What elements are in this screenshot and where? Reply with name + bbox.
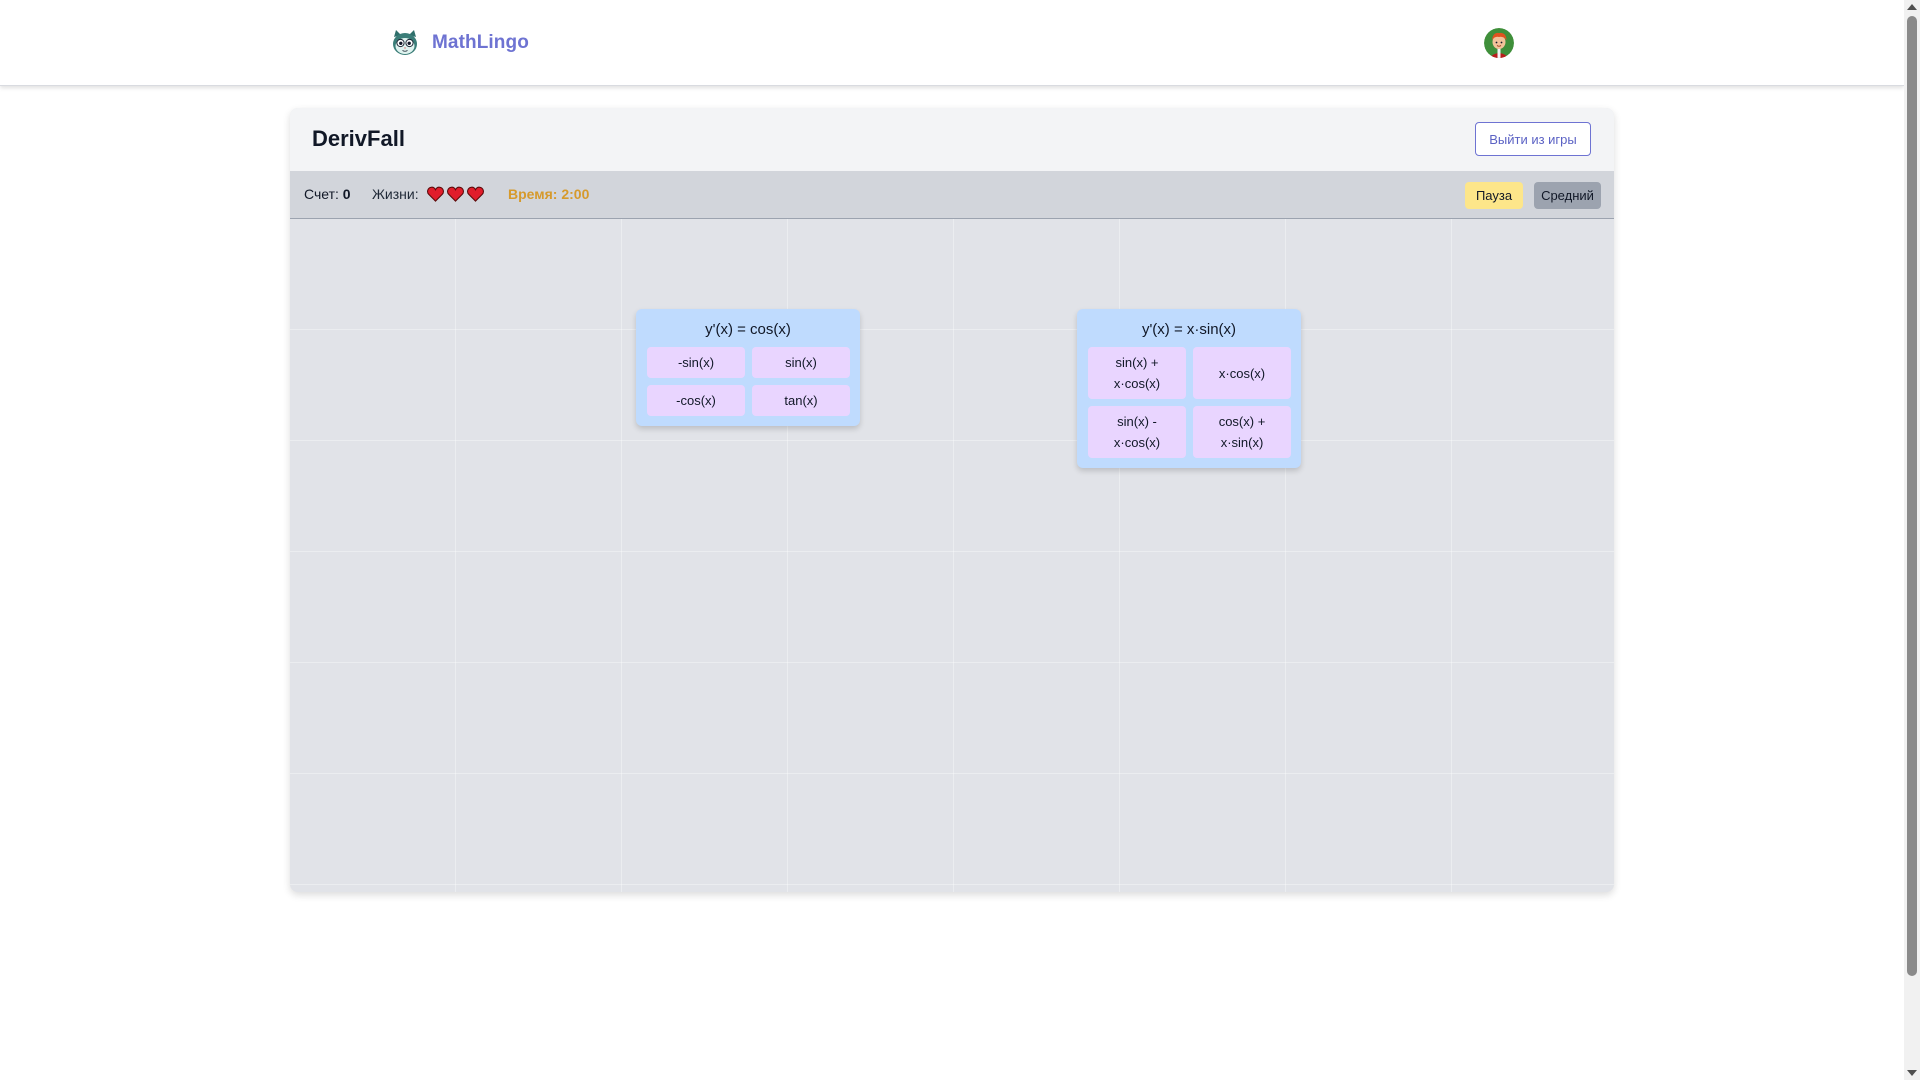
cat-face-icon [393, 30, 417, 55]
lives-label: Жизни: [372, 186, 419, 202]
problem-question: y'(x) = cos(x) [705, 321, 791, 338]
game-status-bar: Счет: 0 Жизни: Время: 2:00 Пауза Средний [290, 171, 1614, 219]
game-title: DerivFall [312, 126, 405, 151]
answer-option[interactable]: sin(x) [752, 347, 850, 378]
brand-link[interactable]: MathLingo [390, 26, 529, 60]
difficulty-button[interactable]: Средний [1534, 182, 1601, 209]
score-display: Счет: 0 [304, 186, 351, 202]
answer-option[interactable]: x·cos(x) [1193, 347, 1291, 399]
answer-option[interactable]: -cos(x) [647, 385, 745, 416]
lives-hearts [426, 186, 484, 202]
page-scrollbar[interactable] [1904, 0, 1920, 1080]
lives-display: Жизни: [372, 186, 484, 202]
scroll-down-arrow-icon[interactable] [1907, 1070, 1917, 1076]
answer-option[interactable]: tan(x) [752, 385, 850, 416]
answer-grid: sin(x) + x·cos(x) x·cos(x) sin(x) - x·cos(… [1088, 347, 1291, 458]
user-avatar[interactable] [1484, 28, 1514, 58]
falling-problem-card: y'(x) = cos(x) -sin(x) sin(x) -cos(x) ta… [636, 309, 860, 426]
heart-icon [466, 186, 484, 202]
heart-icon [426, 186, 444, 202]
user-avatar-icon [1484, 28, 1514, 58]
heart-icon [446, 186, 464, 202]
answer-option[interactable]: -sin(x) [647, 347, 745, 378]
answer-option[interactable]: cos(x) + x·sin(x) [1193, 406, 1291, 458]
answer-option[interactable]: sin(x) + x·cos(x) [1088, 347, 1186, 399]
scroll-thumb[interactable] [1907, 16, 1917, 976]
pause-button[interactable]: Пауза [1465, 182, 1523, 209]
timer-display: Время: 2:00 [508, 186, 590, 202]
score-value: 0 [342, 186, 351, 202]
answer-option[interactable]: sin(x) - x·cos(x) [1088, 406, 1186, 458]
scroll-up-arrow-icon[interactable] [1907, 4, 1917, 10]
exit-game-button[interactable]: Выйти из игры [1475, 122, 1591, 156]
brand-name: MathLingo [432, 32, 529, 53]
problem-question: y'(x) = x·sin(x) [1141, 321, 1237, 338]
top-navbar: MathLingo [0, 0, 1904, 86]
answer-grid: -sin(x) sin(x) -cos(x) tan(x) [647, 347, 850, 416]
game-panel: DerivFall Выйти из игры Счет: 0 Жизни: В… [290, 108, 1614, 892]
game-playfield: y'(x) = cos(x) -sin(x) sin(x) -cos(x) ta… [290, 219, 1614, 892]
falling-problem-card: y'(x) = x·sin(x) sin(x) + x·cos(x) x·cos(… [1077, 309, 1301, 468]
game-header: DerivFall Выйти из игры [290, 108, 1614, 171]
score-label: Счет: [304, 186, 339, 202]
